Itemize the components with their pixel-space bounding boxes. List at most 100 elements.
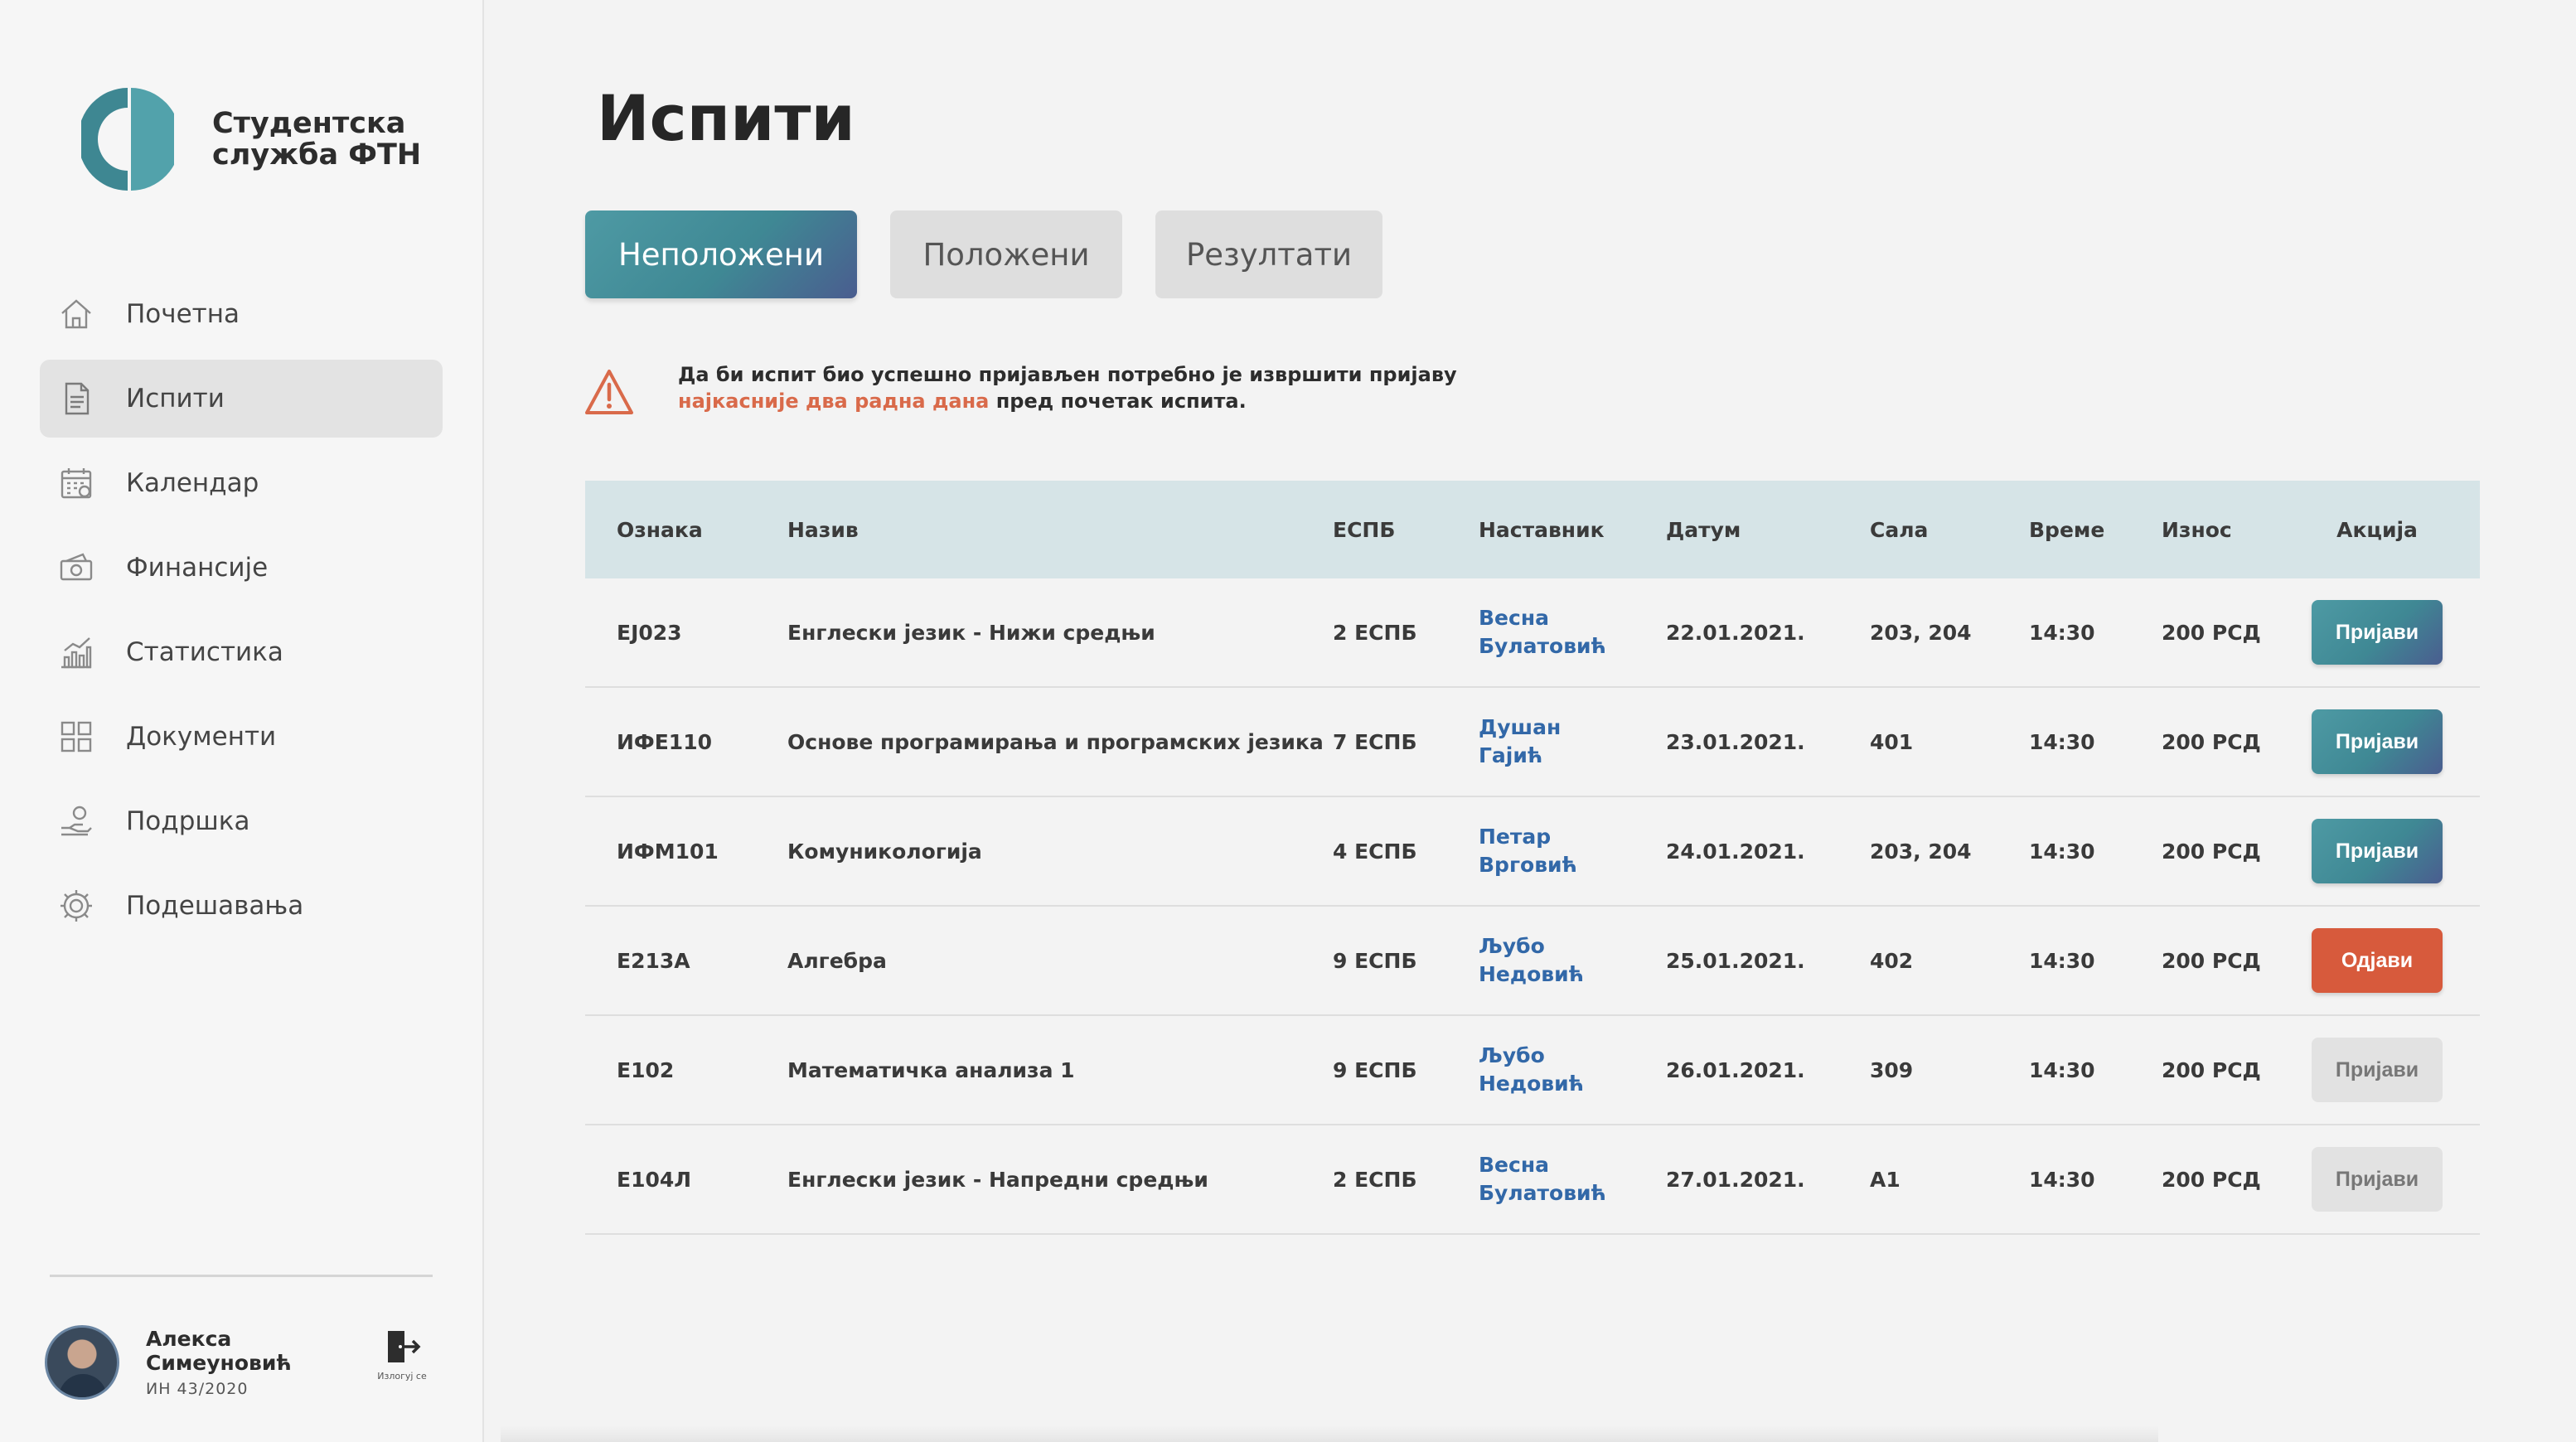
logo-icon [81, 88, 174, 191]
sidebar-item-calendar[interactable]: Календар [40, 444, 443, 522]
cell-time: 14:30 [2029, 1057, 2095, 1082]
sidebar: Студентска служба ФТН Почетна Испити Кал… [0, 0, 484, 1442]
cell-amount: 200 РСД [2162, 1167, 2261, 1192]
column-header-code: Ознака [617, 517, 703, 542]
register-button[interactable]: Пријави [2312, 819, 2443, 883]
document-icon [58, 380, 94, 417]
cell-ects: 2 ЕСПБ [1333, 1167, 1417, 1192]
cell-ects: 9 ЕСПБ [1333, 1057, 1417, 1082]
main-content: Испити Неположени Положени Резултати Да … [484, 0, 2576, 1442]
warning-icon [585, 370, 633, 414]
cell-name: Алгебра [787, 948, 887, 973]
cell-action: Пријави [2311, 1038, 2443, 1102]
sidebar-item-label: Подршка [126, 806, 250, 836]
sidebar-item-label: Документи [126, 722, 277, 752]
sidebar-item-statistics[interactable]: Статистика [40, 613, 443, 691]
cell-code: Е104Л [617, 1167, 692, 1192]
tab-not-passed[interactable]: Неположени [585, 210, 857, 298]
sidebar-item-exams[interactable]: Испити [40, 360, 443, 438]
teacher-link[interactable]: Љубо Недовић [1479, 932, 1666, 989]
notice: Да би испит био успешно пријављен потреб… [583, 361, 1457, 416]
cell-name: Комуникологија [787, 839, 982, 864]
sidebar-item-settings[interactable]: Подешавања [40, 867, 443, 945]
column-header-room: Сала [1870, 517, 1929, 542]
app-root: Студентска служба ФТН Почетна Испити Кал… [0, 0, 2576, 1442]
logout-label: Излогуј се [377, 1371, 427, 1382]
cell-ects: 2 ЕСПБ [1333, 620, 1417, 645]
register-button[interactable]: Пријави [2312, 600, 2443, 665]
sidebar-item-finance[interactable]: Финансије [40, 529, 443, 607]
tab-results[interactable]: Резултати [1155, 210, 1382, 298]
calendar-icon [58, 465, 94, 501]
register-button-disabled[interactable]: Пријави [2312, 1147, 2443, 1212]
brand-name: Студентска служба ФТН [212, 108, 421, 171]
table-row: Е213А Алгебра 9 ЕСПБ Љубо Недовић 25.01.… [585, 907, 2480, 1016]
user-last-name: Симеуновић [146, 1351, 292, 1375]
cell-time: 14:30 [2029, 620, 2095, 645]
teacher-link[interactable]: Весна Булатовић [1479, 604, 1666, 661]
teacher-link[interactable]: Душан Гајић [1479, 714, 1666, 770]
cell-code: Е102 [617, 1057, 675, 1082]
notice-highlight: најкасније два радна дана [678, 390, 990, 413]
cell-room: 203, 204 [1870, 839, 1972, 864]
chart-icon [58, 634, 94, 670]
sidebar-item-support[interactable]: Подршка [40, 782, 443, 860]
sidebar-divider [50, 1275, 433, 1277]
cell-action: Пријави [2311, 709, 2443, 774]
grid-icon [58, 719, 94, 755]
notice-tail: пред почетак испита. [989, 390, 1247, 413]
cell-time: 14:30 [2029, 948, 2095, 973]
sidebar-item-label: Календар [126, 468, 259, 498]
cell-date: 25.01.2021. [1666, 948, 1805, 973]
teacher-link[interactable]: Љубо Недовић [1479, 1042, 1666, 1098]
unregister-button[interactable]: Одјави [2312, 928, 2443, 993]
cell-action: Пријави [2311, 600, 2443, 665]
column-header-amount: Износ [2162, 517, 2232, 542]
cell-ects: 7 ЕСПБ [1333, 729, 1417, 754]
bottom-shadow [501, 1425, 2158, 1442]
register-button-disabled[interactable]: Пријави [2312, 1038, 2443, 1102]
sidebar-item-label: Подешавања [126, 891, 304, 921]
column-header-date: Датум [1666, 517, 1741, 542]
home-icon [58, 296, 94, 332]
cell-amount: 200 РСД [2162, 839, 2261, 864]
logout-icon [388, 1331, 421, 1362]
tab-passed[interactable]: Положени [890, 210, 1122, 298]
brand-line-2: служба ФТН [212, 138, 422, 172]
table-row: Е102 Математичка анализа 1 9 ЕСПБ Љубо Н… [585, 1016, 2480, 1125]
user-profile: Алекса Симеуновић ИН 43/2020 Излогуј се [45, 1324, 443, 1401]
cell-date: 24.01.2021. [1666, 839, 1805, 864]
notice-text: Да би испит био успешно пријављен потреб… [678, 361, 1457, 414]
user-info: Алекса Симеуновић ИН 43/2020 [146, 1327, 292, 1398]
cell-amount: 200 РСД [2162, 1057, 2261, 1082]
avatar[interactable] [45, 1325, 119, 1400]
column-header-action: Акција [2336, 517, 2418, 542]
money-icon [58, 549, 94, 586]
table-row: ЕЈ023 Енглески језик - Нижи средњи 2 ЕСП… [585, 578, 2480, 688]
notice-line-1: Да би испит био успешно пријављен потреб… [678, 363, 1457, 386]
table-row: Е104Л Енглески језик - Напредни средњи 2… [585, 1125, 2480, 1235]
teacher-link[interactable]: Петар Врговић [1479, 823, 1666, 879]
cell-time: 14:30 [2029, 839, 2095, 864]
logout-button[interactable]: Излогуј се [373, 1328, 431, 1382]
register-button[interactable]: Пријави [2312, 709, 2443, 774]
sidebar-item-home[interactable]: Почетна [40, 275, 443, 353]
sidebar-item-documents[interactable]: Документи [40, 698, 443, 776]
column-header-ects: ЕСПБ [1333, 517, 1396, 542]
cell-name: Математичка анализа 1 [787, 1057, 1075, 1082]
cell-date: 22.01.2021. [1666, 620, 1805, 645]
gear-icon [58, 888, 94, 924]
table-header: Ознака Назив ЕСПБ Наставник Датум Сала В… [585, 481, 2480, 578]
table-row: ИФМ101 Комуникологија 4 ЕСПБ Петар Вргов… [585, 797, 2480, 907]
cell-code: ЕЈ023 [617, 620, 682, 645]
teacher-link[interactable]: Весна Булатовић [1479, 1151, 1666, 1207]
support-icon [58, 803, 94, 840]
cell-date: 23.01.2021. [1666, 729, 1805, 754]
brand-logo[interactable]: Студентска служба ФТН [81, 81, 446, 197]
cell-date: 26.01.2021. [1666, 1057, 1805, 1082]
cell-code: ИФМ101 [617, 839, 719, 864]
column-header-time: Време [2029, 517, 2105, 542]
cell-room: 203, 204 [1870, 620, 1972, 645]
cell-action: Одјави [2311, 928, 2443, 993]
cell-date: 27.01.2021. [1666, 1167, 1805, 1192]
